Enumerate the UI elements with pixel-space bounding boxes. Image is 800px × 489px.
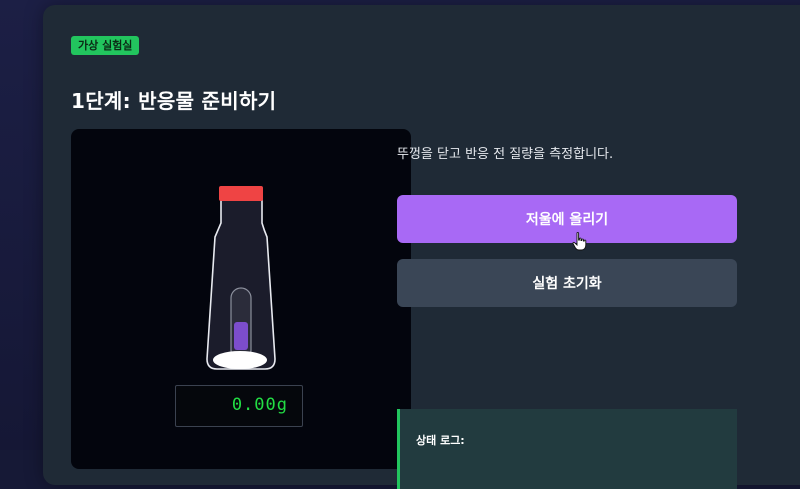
bottle-base-powder <box>213 351 267 369</box>
hand-pointer-icon <box>572 232 588 252</box>
scale-display: 0.00g <box>175 385 303 427</box>
scale-reading: 0.00g <box>232 395 288 415</box>
status-log-title: 상태 로그: <box>416 432 465 448</box>
bottle-cap <box>219 186 263 201</box>
instruction-text: 뚜껑을 닫고 반응 전 질량을 측정합니다. <box>397 143 613 162</box>
virtual-lab-badge: 가상 실험실 <box>71 36 139 55</box>
reset-experiment-button[interactable]: 실험 초기화 <box>397 259 737 307</box>
experiment-stage: 0.00g <box>71 129 411 469</box>
test-tube-liquid <box>234 322 248 350</box>
step-title: 1단계: 반응물 준비하기 <box>71 85 276 114</box>
status-log-panel: 상태 로그: <box>397 409 737 489</box>
place-on-scale-button[interactable]: 저울에 올리기 <box>397 195 737 243</box>
